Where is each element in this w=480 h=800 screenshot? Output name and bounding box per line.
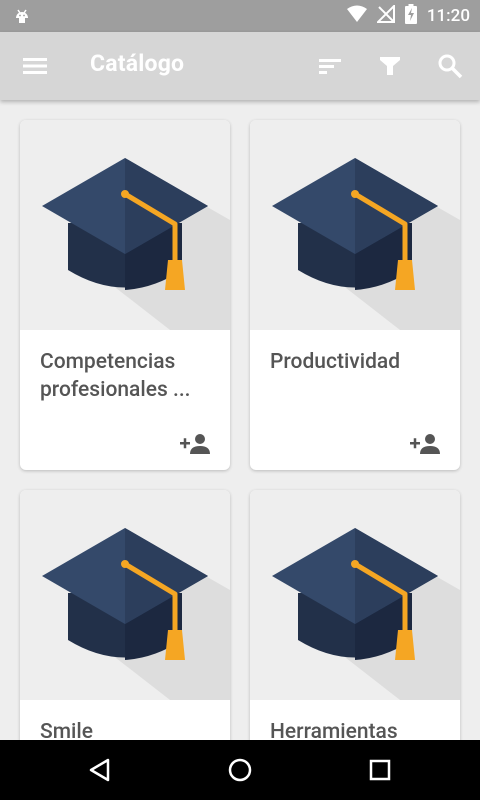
course-thumbnail [20, 120, 230, 330]
status-bar: 11:20 [0, 0, 480, 32]
recents-icon[interactable] [366, 756, 394, 784]
course-card[interactable]: Productividad [250, 120, 460, 470]
sort-icon[interactable] [316, 52, 344, 80]
person-add-icon[interactable] [180, 432, 210, 456]
system-nav-bar [0, 740, 480, 800]
home-icon[interactable] [226, 756, 254, 784]
clock: 11:20 [426, 6, 470, 26]
filter-icon[interactable] [376, 52, 404, 80]
graduation-cap-icon [272, 528, 460, 700]
graduation-cap-icon [42, 158, 230, 330]
graduation-cap-icon [42, 528, 230, 700]
person-add-icon[interactable] [410, 432, 440, 456]
battery-charging-icon [404, 4, 417, 28]
course-title: Productividad [270, 350, 401, 374]
android-debug-icon [12, 6, 32, 30]
course-card[interactable]: Smile [20, 490, 230, 740]
menu-icon[interactable] [20, 52, 50, 80]
course-thumbnail [20, 490, 230, 700]
wifi-icon [346, 5, 367, 27]
course-card[interactable]: Competencias profesionales ... [20, 120, 230, 470]
course-title: Smile [40, 720, 93, 740]
page-title: Catálogo [90, 50, 185, 77]
course-thumbnail [250, 490, 460, 700]
no-sim-icon [375, 3, 395, 27]
search-icon[interactable] [436, 52, 464, 80]
catalog-grid: Competencias profesionales ... Productiv… [0, 100, 480, 740]
back-icon[interactable] [86, 756, 114, 784]
course-thumbnail [250, 120, 460, 330]
app-bar: Catálogo [0, 32, 480, 100]
graduation-cap-icon [272, 158, 460, 330]
course-card[interactable]: Herramientas [250, 490, 460, 740]
course-title: Herramientas [270, 720, 398, 740]
course-title: Competencias profesionales ... [40, 350, 191, 402]
